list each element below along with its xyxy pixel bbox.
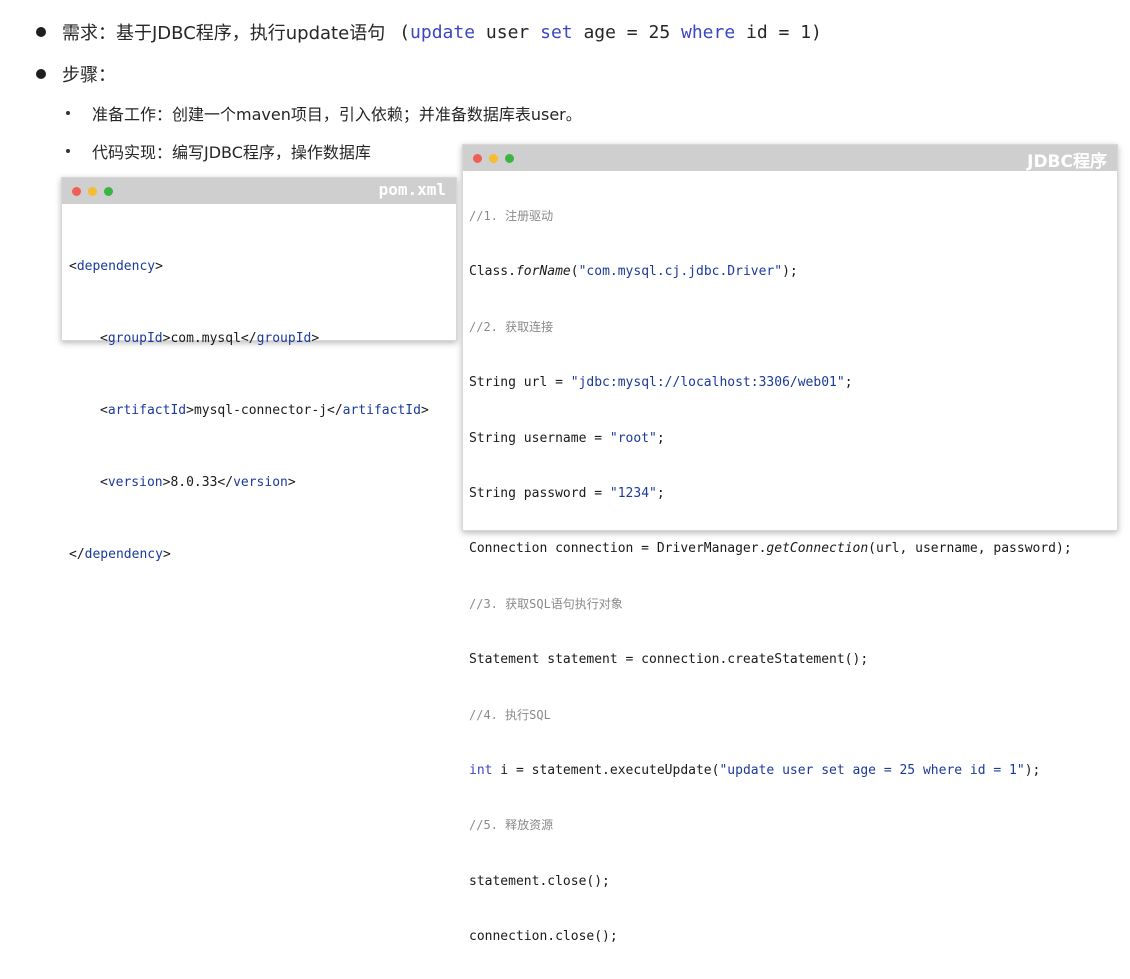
sql-part: id = 1 (735, 21, 812, 43)
pom-line: <groupId>com.mysql</groupId> (100, 331, 320, 346)
xml-tag: dependency (76, 259, 156, 274)
close-dot-icon (72, 187, 81, 196)
code-token: ; (844, 375, 853, 391)
pom-line: <version>8.0.33</version> (100, 475, 296, 490)
code-line: connection.close(); (469, 929, 618, 945)
code-comment: //4. 执行SQL (469, 707, 551, 722)
xml-value: com.mysql (170, 331, 241, 346)
code-token: ); (1024, 762, 1041, 778)
xml-tag: groupId (107, 331, 163, 346)
sql-kw-where: where (681, 21, 736, 43)
code-token: Connection connection = DriverManager. (469, 541, 767, 557)
xml-tag: version (107, 475, 163, 490)
bullet-steps: 步骤： (36, 61, 116, 87)
prepare-text: 准备工作：创建一个maven项目，引入依赖；并准备数据库表user。 (92, 105, 582, 124)
jdbc-code: //1. 注册驱动 Class.forName("com.mysql.cj.jd… (463, 171, 1117, 979)
maximize-dot-icon (505, 154, 514, 163)
steps-label: 步骤： (62, 65, 116, 86)
maximize-dot-icon (104, 187, 113, 196)
sub-bullet-code: 代码实现：编写JDBC程序，操作数据库 (66, 139, 371, 163)
code-comment: //5. 释放资源 (469, 818, 554, 833)
sub-bullet-dot (66, 149, 70, 153)
code-string: "1234" (609, 485, 657, 501)
requirement-sql: (update user set age = 25 where id = 1) (399, 22, 822, 43)
sql-kw-update: update (410, 21, 476, 43)
code-token: ; (656, 485, 665, 501)
code-token: Class. (469, 264, 516, 280)
code-method: getConnection (766, 541, 869, 557)
code-token: ( (570, 264, 579, 280)
sql-part: age = 25 (572, 21, 681, 43)
code-comment: //3. 获取SQL语句执行对象 (469, 596, 623, 611)
pom-title-bar: pom.xml (62, 178, 456, 204)
code-text: 代码实现：编写JDBC程序，操作数据库 (92, 143, 371, 162)
jdbc-title: JDBC程序 (1027, 152, 1107, 172)
xml-value: 8.0.33 (170, 475, 218, 490)
bullet-dot (36, 27, 46, 37)
code-string: "root" (609, 430, 657, 446)
code-line: statement.close(); (469, 873, 610, 889)
code-line: Class.forName("com.mysql.cj.jdbc.Driver"… (469, 259, 1117, 284)
xml-tag: version (233, 475, 288, 490)
xml-tag: artifactId (342, 403, 421, 418)
code-token: ); (782, 264, 798, 280)
bullet-dot (36, 69, 46, 79)
xml-tag: artifactId (107, 403, 187, 418)
pom-xml-window: pom.xml <dependency> <groupId>com.mysql<… (61, 177, 457, 562)
code-token: (url, username, password); (868, 541, 1072, 557)
bullet-requirement: 需求：基于JDBC程序，执行update语句 (update user set … (36, 19, 822, 45)
code-comment: //2. 获取连接 (469, 319, 554, 334)
sql-paren-close: ) (811, 21, 822, 43)
pom-code: <dependency> <groupId>com.mysql</groupId… (62, 204, 456, 615)
code-token: ; (656, 430, 665, 446)
code-token: String password = (469, 485, 610, 501)
code-line: String username = "root"; (469, 426, 1117, 451)
pom-line: <dependency> (69, 259, 163, 274)
code-line: Statement statement = connection.createS… (469, 652, 869, 668)
xml-tag: groupId (256, 331, 312, 346)
code-token: i = statement.executeUpdate( (492, 762, 720, 778)
requirement-label: 需求：基于JDBC程序，执行update语句 (62, 23, 386, 44)
pom-line: <artifactId>mysql-connector-j</artifactI… (100, 403, 429, 418)
sql-part: user (475, 21, 541, 43)
xml-value: mysql-connector-j (193, 403, 327, 418)
code-string: "com.mysql.cj.jdbc.Driver" (578, 264, 783, 280)
code-line: int i = statement.executeUpdate("update … (469, 758, 1117, 783)
pom-title: pom.xml (378, 180, 446, 199)
code-line: String password = "1234"; (469, 481, 1117, 506)
minimize-dot-icon (88, 187, 97, 196)
sub-bullet-dot (66, 111, 70, 115)
code-token: String url = (469, 375, 571, 391)
code-string: "jdbc:mysql://localhost:3306/web01" (570, 375, 845, 391)
sql-paren-open: ( (399, 21, 411, 43)
pom-line: </dependency> (69, 547, 171, 562)
code-comment: //1. 注册驱动 (469, 209, 554, 223)
code-line: String url = "jdbc:mysql://localhost:330… (469, 370, 1117, 395)
minimize-dot-icon (489, 154, 498, 163)
jdbc-title-bar: JDBC程序 (463, 145, 1117, 172)
code-token: String username = (469, 430, 610, 446)
sub-bullet-prepare: 准备工作：创建一个maven项目，引入依赖；并准备数据库表user。 (66, 101, 582, 125)
code-string: "update user set age = 25 where id = 1" (719, 762, 1025, 778)
jdbc-program-window: JDBC程序 //1. 注册驱动 Class.forName("com.mysq… (462, 144, 1118, 944)
close-dot-icon (473, 154, 482, 163)
code-keyword: int (469, 762, 493, 778)
sql-kw-set: set (540, 21, 573, 43)
code-line: Connection connection = DriverManager.ge… (469, 536, 1117, 561)
code-method: forName (515, 264, 571, 280)
